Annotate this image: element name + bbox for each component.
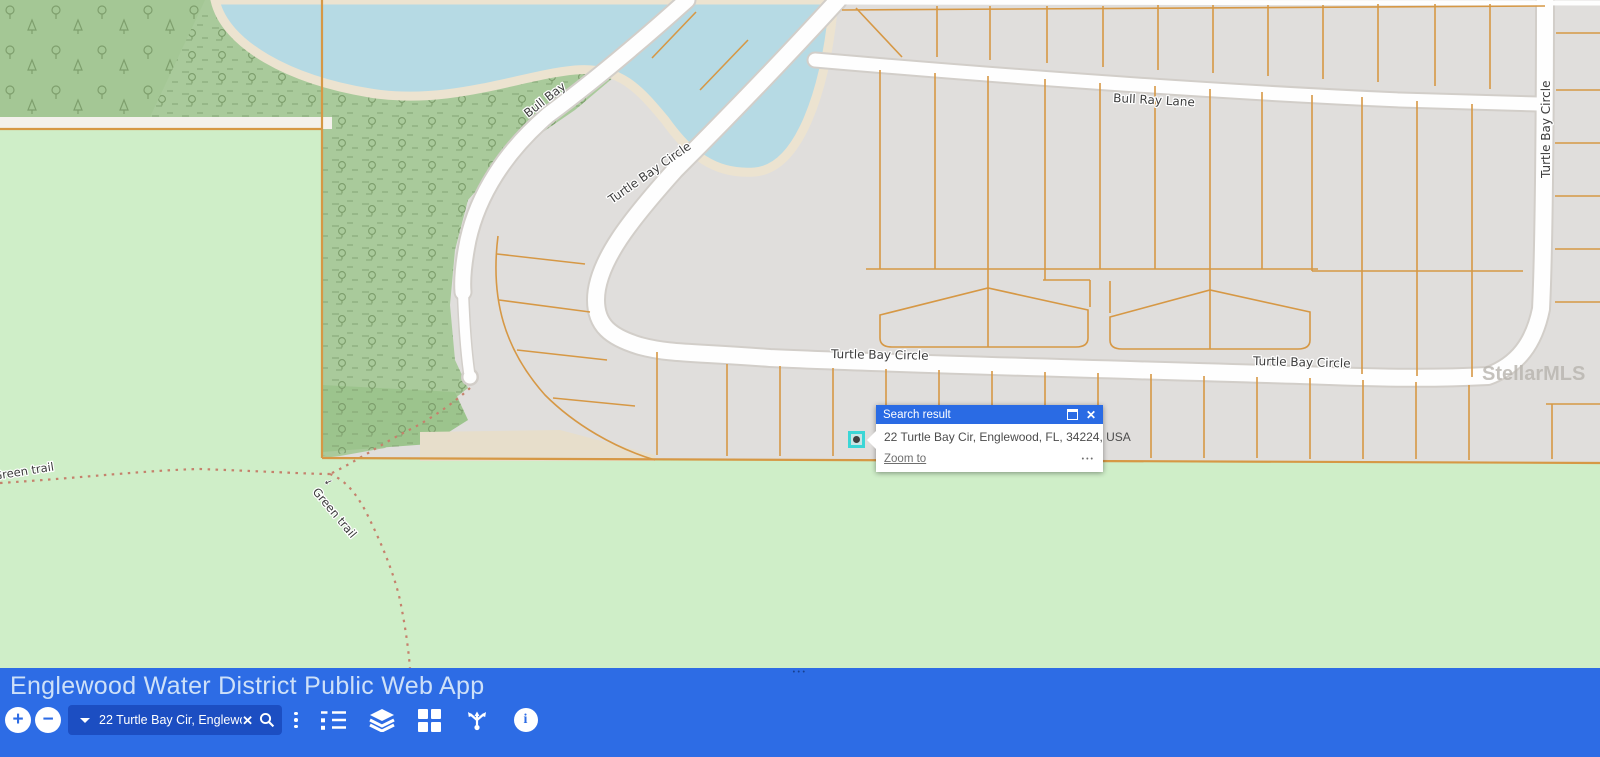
search-source-dropdown-icon[interactable] — [80, 718, 90, 723]
stellar-mls-watermark: StellarMLS — [1482, 363, 1585, 385]
app-title: Englewood Water District Public Web App — [10, 672, 484, 701]
search-result-marker[interactable] — [848, 431, 865, 448]
popup-header: Search result ✕ — [876, 405, 1103, 424]
popup-title: Search result — [883, 409, 1067, 421]
road-label-turtle-bay-circle: Turtle Bay Circle — [1539, 81, 1553, 179]
layers-icon[interactable] — [369, 708, 395, 732]
popup-footer: Zoom to ••• — [876, 449, 1103, 472]
search-icon[interactable] — [259, 712, 275, 728]
clear-search-icon[interactable]: ✕ — [242, 714, 253, 727]
toolbar: + − ✕ — [5, 705, 538, 735]
map-canvas[interactable]: Bull Bay Turtle Bay Circle Turtle Bay Ci… — [0, 0, 1600, 668]
legend-icon[interactable] — [321, 709, 346, 731]
search-box[interactable]: ✕ — [68, 705, 282, 735]
zoom-out-button[interactable]: − — [35, 707, 61, 733]
close-icon[interactable]: ✕ — [1086, 409, 1096, 421]
more-tools-icon[interactable] — [294, 710, 298, 730]
marker-dot-icon — [853, 436, 860, 443]
basemap-gallery-icon[interactable] — [418, 709, 441, 732]
popup-address: 22 Turtle Bay Cir, Englewood, FL, 34224,… — [876, 424, 1103, 449]
road-label-turtle-bay-circle: Turtle Bay Circle — [1252, 354, 1351, 371]
popup-pointer — [867, 431, 876, 449]
road-label-turtle-bay-circle: Turtle Bay Circle — [830, 347, 929, 363]
popup-more-icon[interactable]: ••• — [1082, 456, 1095, 463]
maximize-icon[interactable] — [1067, 409, 1078, 420]
share-icon[interactable] — [464, 708, 490, 732]
info-icon[interactable]: i — [514, 708, 538, 732]
app-bottom-bar: ••• Englewood Water District Public Web … — [0, 668, 1600, 757]
search-result-popup: Search result ✕ 22 Turtle Bay Cir, Engle… — [876, 405, 1103, 472]
zoom-in-button[interactable]: + — [5, 707, 31, 733]
app-window: Bull Bay Turtle Bay Circle Turtle Bay Ci… — [0, 0, 1600, 757]
zoom-to-link[interactable]: Zoom to — [884, 453, 926, 465]
search-input[interactable] — [99, 713, 242, 727]
dirt-road — [0, 117, 332, 129]
